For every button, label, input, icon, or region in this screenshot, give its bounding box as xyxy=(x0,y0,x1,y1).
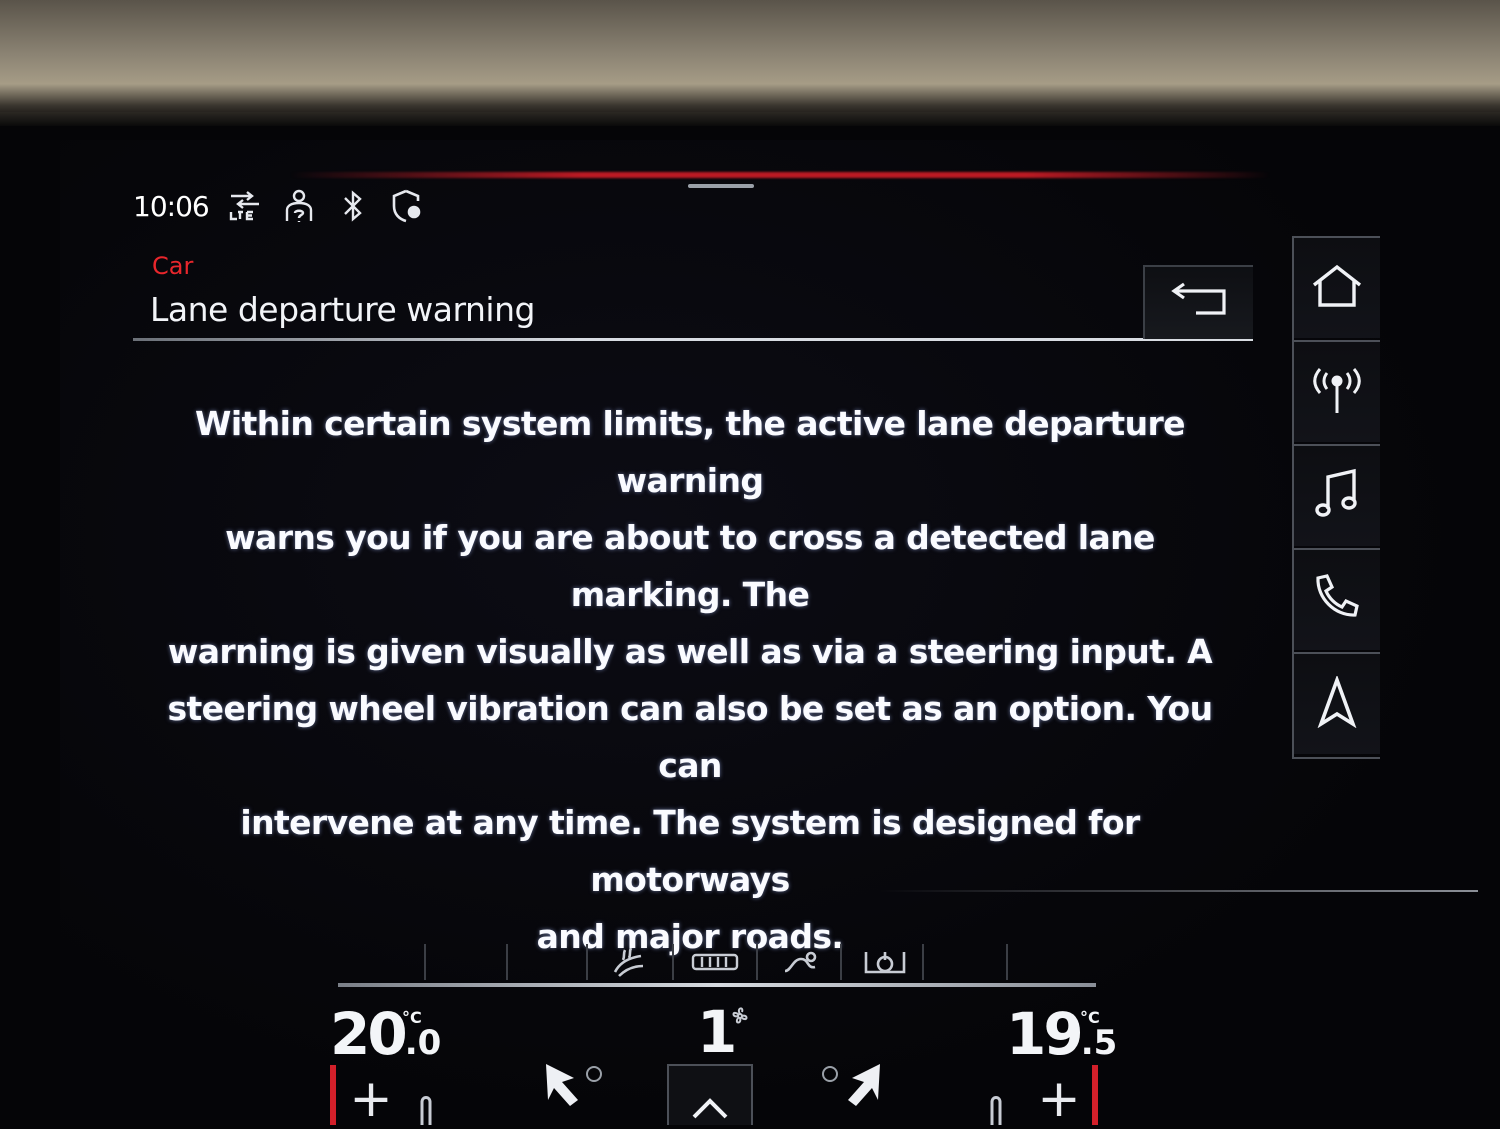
climate-divider xyxy=(338,983,1096,987)
status-bar: 10:06 xyxy=(133,186,425,226)
seat-heat-icon[interactable] xyxy=(602,946,656,980)
description-line: steering wheel vibration can also be set… xyxy=(167,689,1213,785)
left-plus-label: + xyxy=(349,1069,393,1129)
breadcrumb: Car xyxy=(152,252,194,280)
right-temp-unit: °C xyxy=(1080,1008,1100,1027)
bezel-edge xyxy=(0,112,1500,126)
climate-icon-row xyxy=(338,944,1098,984)
title-divider xyxy=(133,338,1253,341)
shortcut-radio[interactable] xyxy=(1294,340,1380,442)
shortcut-phone[interactable] xyxy=(1294,548,1380,650)
home-icon xyxy=(1310,263,1364,313)
divider xyxy=(1006,944,1008,980)
back-button[interactable] xyxy=(1143,265,1253,339)
divider xyxy=(586,944,588,980)
right-seat-icon xyxy=(986,1092,1006,1129)
dashboard-bezel xyxy=(0,0,1500,120)
bluetooth-icon xyxy=(335,188,371,224)
lte-signal-icon xyxy=(227,188,263,224)
left-temp-plus-button[interactable]: + xyxy=(336,1062,406,1125)
left-temp-whole: 20 xyxy=(330,1000,408,1068)
description-line: warning is given visually as well as via… xyxy=(167,632,1213,671)
divider xyxy=(672,944,674,980)
left-temp-decimal: .0 xyxy=(404,1023,442,1063)
climate-top-divider xyxy=(880,890,1478,892)
chevron-up-icon xyxy=(688,1091,732,1125)
shortcut-home[interactable] xyxy=(1294,236,1380,338)
left-temp-unit: °C xyxy=(402,1008,422,1027)
right-temp-whole: 19 xyxy=(1006,1000,1084,1068)
divider xyxy=(840,944,842,980)
rear-defrost-icon[interactable] xyxy=(688,946,742,980)
shortcut-rail xyxy=(1292,236,1380,759)
clock: 10:06 xyxy=(133,189,210,223)
description-text: Within certain system limits, the active… xyxy=(140,395,1240,965)
climate-panel: 20.0 °C 1 19.5 °C + + xyxy=(330,930,1117,1125)
privacy-shield-icon xyxy=(389,188,425,224)
pull-down-handle[interactable] xyxy=(688,184,754,188)
navigation-arrow-icon xyxy=(1315,674,1359,732)
left-seat-icon xyxy=(416,1092,436,1129)
back-arrow-icon xyxy=(1166,281,1232,325)
defrost-toggle-button[interactable] xyxy=(667,1064,753,1125)
music-note-icon xyxy=(1314,467,1360,525)
right-plus-label: + xyxy=(1037,1069,1081,1129)
description-line: Within certain system limits, the active… xyxy=(195,404,1185,500)
divider xyxy=(756,944,758,980)
shortcut-navigation[interactable] xyxy=(1294,652,1380,754)
left-airflow-icon[interactable] xyxy=(538,1058,608,1118)
steering-heat-icon[interactable] xyxy=(858,946,912,980)
right-airflow-icon[interactable] xyxy=(818,1058,888,1118)
divider xyxy=(922,944,924,980)
shortcut-media[interactable] xyxy=(1294,444,1380,546)
right-temp-plus-button[interactable]: + xyxy=(1024,1062,1094,1125)
right-temp-decimal: .5 xyxy=(1080,1023,1118,1063)
ambient-red-glow xyxy=(290,172,1270,178)
airflow-mode-icon[interactable] xyxy=(774,946,828,980)
right-temperature[interactable]: 19.5 °C xyxy=(1006,1000,1117,1068)
fan-icon xyxy=(728,1004,752,1032)
phone-icon xyxy=(1310,572,1364,628)
divider xyxy=(424,944,426,980)
right-temp-indicator xyxy=(1092,1065,1098,1125)
driver-profile-icon xyxy=(281,188,317,224)
page-title: Lane departure warning xyxy=(150,290,535,329)
left-temperature[interactable]: 20.0 °C xyxy=(330,1000,441,1068)
description-line: warns you if you are about to cross a de… xyxy=(225,518,1155,614)
divider xyxy=(506,944,508,980)
radio-antenna-icon xyxy=(1310,365,1364,419)
